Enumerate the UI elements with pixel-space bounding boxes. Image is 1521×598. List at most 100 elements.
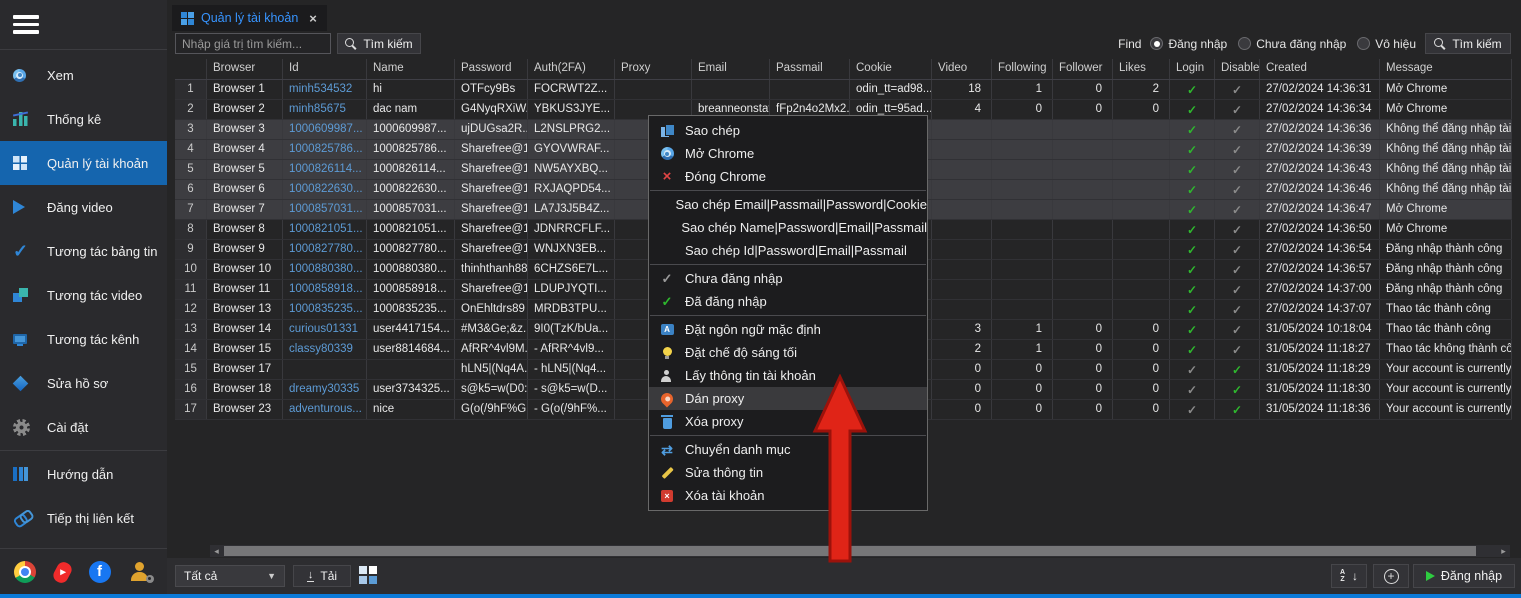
menu-item-label: Đóng Chrome — [685, 169, 766, 184]
menu-item[interactable]: Xóa proxy — [649, 410, 927, 433]
cell-follower — [1053, 260, 1113, 279]
sidebar-item-8[interactable]: Cài đặt — [0, 405, 167, 449]
column-header-Name[interactable]: Name — [367, 59, 455, 79]
menu-item[interactable]: ×Đóng Chrome — [649, 165, 927, 188]
delete-icon: × — [661, 490, 673, 502]
column-header-Password[interactable]: Password — [455, 59, 528, 79]
menu-item[interactable]: ×Xóa tài khoản — [649, 484, 927, 507]
column-header-Disable[interactable]: Disable — [1215, 59, 1260, 79]
chrome-color-icon[interactable] — [14, 561, 36, 583]
squares-icon — [13, 288, 28, 303]
hamburger-menu-icon[interactable] — [13, 15, 39, 35]
column-header-Auth(2FA)[interactable]: Auth(2FA) — [528, 59, 615, 79]
column-header-Following[interactable]: Following — [992, 59, 1053, 79]
column-header-Message[interactable]: Message — [1380, 59, 1512, 79]
search-input[interactable] — [175, 33, 331, 54]
chrome-blue-icon — [13, 69, 26, 82]
sidebar-item-9[interactable]: Hướng dẫn — [0, 452, 167, 496]
cell-num: 11 — [175, 280, 207, 299]
menu-item[interactable]: AĐặt ngôn ngữ mặc định — [649, 318, 927, 341]
disable-check-icon: ✓ — [1232, 363, 1242, 377]
shorts-icon[interactable] — [50, 559, 73, 585]
facebook-icon[interactable]: f — [89, 561, 111, 583]
column-header-Video[interactable]: Video — [932, 59, 992, 79]
menu-item-label: Sao chép Email|Passmail|Password|Cookie — [676, 197, 927, 212]
radio-icon[interactable] — [1357, 37, 1370, 50]
menu-item[interactable]: Sao chép — [649, 119, 927, 142]
sidebar-item-label: Đăng video — [47, 200, 113, 215]
cell-created: 31/05/2024 10:18:04 — [1260, 320, 1380, 339]
cell-num: 8 — [175, 220, 207, 239]
menu-separator — [650, 435, 926, 436]
grid-view-icon[interactable] — [359, 566, 377, 584]
cell-password: G4NyqRXiW... — [455, 100, 528, 119]
column-header-Id[interactable]: Id — [283, 59, 367, 79]
column-header-Browser[interactable]: Browser — [207, 59, 283, 79]
sidebar-item-1[interactable]: Thống kê — [0, 97, 167, 141]
menu-item[interactable]: Đặt chế độ sáng tối — [649, 341, 927, 364]
menu-item[interactable]: Mở Chrome — [649, 142, 927, 165]
table-row[interactable]: 1Browser 1minh534532hiOTFcy9BsFOCRWT2Z..… — [175, 80, 1512, 100]
column-header-Likes[interactable]: Likes — [1113, 59, 1170, 79]
add-button[interactable]: + — [1373, 564, 1409, 588]
sidebar-item-10[interactable]: Tiếp thị liên kết — [0, 496, 167, 540]
column-header-Cookie[interactable]: Cookie — [850, 59, 932, 79]
cell-disable: ✓ — [1215, 340, 1260, 359]
column-header-Proxy[interactable]: Proxy — [615, 59, 692, 79]
column-header-Passmail[interactable]: Passmail — [770, 59, 850, 79]
menu-item[interactable]: ✓Chưa đăng nhập — [649, 267, 927, 290]
menu-item[interactable]: Sao chép Email|Passmail|Password|Cookie — [649, 193, 927, 216]
login-button[interactable]: Đăng nhập — [1413, 564, 1515, 588]
cell-auth: 9I0(TzK/bUa... — [528, 320, 615, 339]
menu-item[interactable]: Sao chép Id|Password|Email|Passmail — [649, 239, 927, 262]
sidebar-item-2[interactable]: Quản lý tài khoản — [0, 141, 167, 185]
cell-id: 1000827780... — [283, 240, 367, 259]
sidebar-item-7[interactable]: Sửa hồ sơ — [0, 361, 167, 405]
radio-icon[interactable] — [1238, 37, 1251, 50]
sidebar-item-5[interactable]: Tương tác video — [0, 273, 167, 317]
menu-item-highlighted[interactable]: Dán proxy — [649, 387, 927, 410]
cell-disable: ✓ — [1215, 240, 1260, 259]
tab-account-management[interactable]: Quản lý tài khoản × — [172, 5, 327, 31]
menu-item[interactable]: ⇄Chuyển danh mục — [649, 438, 927, 461]
radio-option-1[interactable]: Chưa đăng nhập — [1238, 37, 1346, 51]
scroll-left-icon[interactable]: ◂ — [210, 545, 223, 557]
pin-icon — [659, 390, 676, 407]
column-header-Follower[interactable]: Follower — [1053, 59, 1113, 79]
menu-item[interactable]: Lấy thông tin tài khoản — [649, 364, 927, 387]
cell-message: Không thể đăng nhập tài l — [1380, 140, 1512, 159]
sort-button[interactable]: AZ ↓ — [1331, 564, 1367, 588]
sidebar-item-0[interactable]: Xem — [0, 53, 167, 97]
category-dropdown[interactable]: Tất cả ▼ — [175, 565, 285, 587]
usergear-icon[interactable] — [130, 562, 154, 583]
radio-icon[interactable] — [1150, 37, 1163, 50]
sidebar-icon-slot — [13, 467, 47, 481]
cell-password: Sharefree@1 — [455, 240, 528, 259]
cell-login: ✓ — [1170, 300, 1215, 319]
find-search-button[interactable]: Tìm kiếm — [1425, 33, 1511, 54]
search-button[interactable]: Tìm kiếm — [337, 33, 421, 54]
cell-message: Đăng nhập thành công — [1380, 260, 1512, 279]
scroll-right-icon[interactable]: ▸ — [1497, 545, 1510, 557]
swap-icon: ⇄ — [661, 444, 673, 456]
radio-option-2[interactable]: Vô hiệu — [1357, 37, 1416, 51]
column-header-rownum[interactable] — [175, 59, 207, 79]
sidebar-item-4[interactable]: ✓Tương tác bảng tin — [0, 229, 167, 273]
menu-item[interactable]: Sửa thông tin — [649, 461, 927, 484]
radio-option-0[interactable]: Đăng nhập — [1150, 37, 1227, 51]
cell-created: 31/05/2024 11:18:29 — [1260, 360, 1380, 379]
menu-item[interactable]: Sao chép Name|Password|Email|Passmail — [649, 216, 927, 239]
plus-icon: + — [1384, 569, 1399, 584]
cell-disable: ✓ — [1215, 280, 1260, 299]
column-header-Email[interactable]: Email — [692, 59, 770, 79]
sidebar-item-3[interactable]: Đăng video — [0, 185, 167, 229]
cell-auth: RXJAQPD54... — [528, 180, 615, 199]
menu-item[interactable]: ✓Đã đăng nhập — [649, 290, 927, 313]
column-header-Created[interactable]: Created — [1260, 59, 1380, 79]
download-button[interactable]: ↓ Tải — [293, 565, 351, 587]
close-icon[interactable]: × — [309, 11, 317, 26]
column-header-Login[interactable]: Login — [1170, 59, 1215, 79]
cell-password: OnEhltdrs89 — [455, 300, 528, 319]
chrome-blue-icon — [661, 147, 674, 160]
sidebar-item-6[interactable]: Tương tác kênh — [0, 317, 167, 361]
